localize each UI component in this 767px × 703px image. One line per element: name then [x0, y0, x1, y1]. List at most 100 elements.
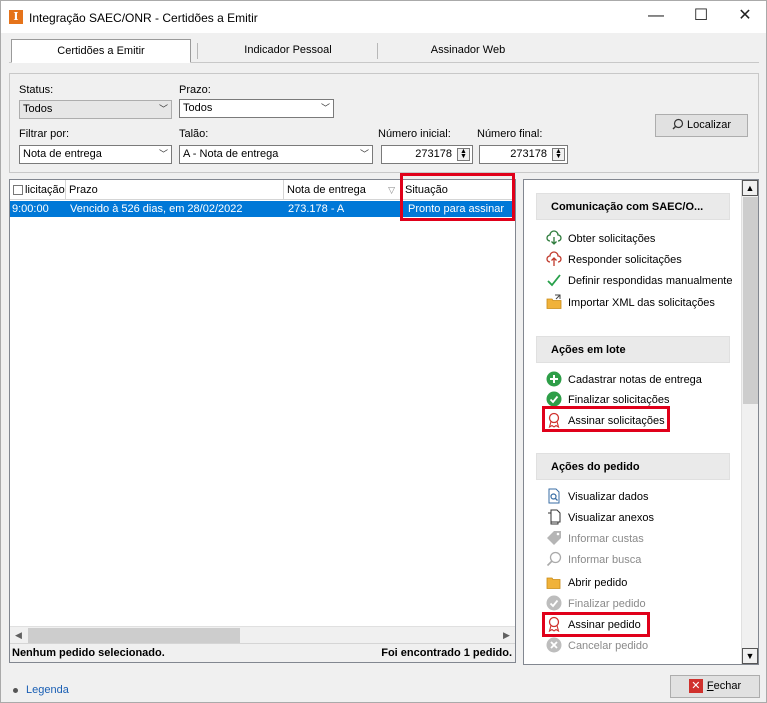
cancel-circle-icon — [546, 637, 562, 653]
check-circle-icon — [546, 595, 562, 611]
status-select[interactable]: Todos ﹀ — [19, 100, 172, 119]
checkmark-icon — [547, 274, 561, 287]
group-comunicacao-title: Comunicação com SAEC/O... — [536, 193, 730, 220]
chevron-down-icon: ﹀ — [359, 149, 369, 159]
action-visualizar-anexos[interactable]: Visualizar anexos — [546, 509, 654, 527]
action-informar-busca[interactable]: Informar busca — [546, 551, 641, 569]
prazo-select[interactable]: Todos ﹀ — [179, 99, 334, 118]
main-window: I Integração SAEC/ONR - Certidões a Emit… — [0, 0, 767, 703]
legend-label: Legenda — [26, 684, 69, 696]
tab-certidoes[interactable]: Certidões a Emitir — [11, 39, 191, 63]
spin-updown-icon[interactable]: ▲ ▼ — [457, 148, 470, 161]
group-acoes-do-pedido-title: Ações do pedido — [536, 453, 730, 480]
minimize-button[interactable]: — — [636, 1, 676, 33]
cell-nota-entrega: 273.178 - A — [288, 203, 345, 215]
tab-separator — [377, 43, 378, 59]
action-importar-xml[interactable]: Importar XML das solicitações — [546, 294, 715, 312]
localizar-label: Localizar — [686, 119, 732, 131]
action-label: Importar XML das solicitações — [568, 297, 715, 310]
talao-select[interactable]: A - Nota de entrega ﹀ — [179, 145, 373, 164]
action-visualizar-dados[interactable]: Visualizar dados — [546, 488, 649, 506]
spin-updown-icon[interactable]: ▲ ▼ — [552, 148, 565, 161]
vertical-scrollbar[interactable]: ▲ ▼ — [741, 180, 758, 664]
title-bar: I Integração SAEC/ONR - Certidões a Emit… — [1, 1, 766, 33]
grid-status-bar: Nenhum pedido selecionado. Foi encontrad… — [10, 643, 515, 662]
tab-indicador-pessoal[interactable]: Indicador Pessoal — [199, 39, 377, 63]
select-all-checkbox[interactable] — [13, 185, 23, 196]
numero-final-value: 273178 — [510, 148, 547, 160]
action-informar-custas[interactable]: Informar custas — [546, 530, 644, 548]
orders-grid: licitação Prazo Nota de entrega ▽ Situaç… — [9, 179, 516, 663]
column-solicitacao-label: licitação — [25, 184, 65, 196]
cell-prazo: Vencido à 526 dias, em 28/02/2022 — [70, 203, 243, 215]
cloud-upload-icon — [546, 251, 562, 267]
check-circle-icon — [546, 391, 562, 407]
filtrar-value: Nota de entrega — [23, 148, 102, 160]
window-title: Integração SAEC/ONR - Certidões a Emitir — [29, 11, 258, 25]
folder-import-icon — [546, 294, 562, 309]
status-selected-text: Nenhum pedido selecionado. — [12, 647, 165, 659]
scroll-right-icon[interactable]: ▶ — [498, 627, 515, 644]
tag-icon — [547, 531, 561, 546]
action-label: Obter solicitações — [568, 233, 656, 246]
action-finalizar-pedido[interactable]: Finalizar pedido — [546, 595, 646, 613]
scroll-down-icon[interactable]: ▼ — [742, 648, 758, 664]
scroll-up-icon[interactable]: ▲ — [742, 180, 758, 196]
localizar-button[interactable]: Localizar — [655, 114, 748, 137]
filtrar-label: Filtrar por: — [19, 128, 70, 140]
status-label: Status: — [19, 84, 54, 96]
folder-open-icon — [546, 577, 561, 589]
tab-bar: Certidões a Emitir Indicador Pessoal Ass… — [9, 39, 759, 63]
action-label: Informar custas — [568, 533, 644, 546]
action-label: Finalizar pedido — [568, 598, 646, 611]
action-label: Abrir pedido — [568, 577, 628, 590]
action-label: Visualizar anexos — [568, 512, 655, 525]
action-label: Responder solicitações — [568, 254, 682, 267]
column-nota-entrega-label: Nota de entrega — [287, 184, 366, 196]
group-acoes-em-lote-title: Ações em lote — [536, 336, 730, 363]
prazo-label: Prazo: — [179, 84, 211, 96]
filter-panel: Status: Todos ﹀ Prazo: Todos ﹀ Filtrar por… — [9, 73, 759, 173]
close-x-icon: ✕ — [688, 678, 703, 693]
fechar-button[interactable]: ✕ Fechar — [670, 675, 760, 698]
action-obter-solicitacoes[interactable]: Obter solicitações — [546, 230, 655, 248]
scroll-left-icon[interactable]: ◀ — [10, 627, 27, 644]
close-button[interactable]: ✕ — [725, 1, 765, 33]
talao-label: Talão: — [179, 128, 209, 140]
column-prazo[interactable]: Prazo — [66, 180, 284, 200]
maximize-button[interactable]: ☐ — [681, 1, 721, 33]
prazo-value: Todos — [183, 102, 213, 114]
document-search-icon — [548, 488, 560, 504]
legend-link[interactable]: Legenda — [13, 684, 69, 696]
status-value: Todos — [23, 103, 53, 115]
action-label: Visualizar dados — [568, 491, 649, 504]
chevron-down-icon: ﹀ — [320, 103, 330, 113]
action-label: Cancelar pedido — [568, 640, 649, 653]
numero-final-label: Número final: — [477, 128, 543, 140]
action-abrir-pedido[interactable]: Abrir pedido — [546, 574, 627, 592]
column-solicitacao[interactable]: licitação — [10, 180, 66, 200]
numero-final-input[interactable]: 273178 ▲ ▼ — [479, 145, 568, 164]
highlight-assinar-pedido — [542, 612, 650, 637]
fechar-label: echar — [713, 680, 742, 692]
app-icon: I — [9, 10, 23, 24]
highlight-assinar-solicitacoes — [542, 406, 670, 432]
filtrar-select[interactable]: Nota de entrega ﹀ — [19, 145, 172, 164]
numero-inicial-value: 273178 — [415, 148, 452, 160]
highlight-situacao — [400, 173, 515, 221]
horizontal-scrollbar[interactable]: ◀ ▶ — [10, 626, 515, 643]
action-definir-respondidas[interactable]: Definir respondidas manualmente — [546, 272, 732, 290]
scroll-thumb[interactable] — [28, 628, 240, 643]
filter-icon[interactable]: ▽ — [388, 180, 395, 200]
group-comunicacao: Comunicação com SAEC/O... Obter solicita… — [536, 193, 732, 325]
tab-assinador-web[interactable]: Assinador Web — [379, 39, 557, 63]
action-cancelar-pedido[interactable]: Cancelar pedido — [546, 637, 648, 655]
documents-icon — [548, 509, 561, 525]
bullet-icon — [13, 687, 18, 693]
column-nota-entrega[interactable]: Nota de entrega ▽ — [284, 180, 402, 200]
action-cadastrar-notas[interactable]: Cadastrar notas de entrega — [546, 371, 702, 389]
chevron-down-icon: ﹀ — [158, 149, 168, 159]
action-responder-solicitacoes[interactable]: Responder solicitações — [546, 251, 682, 269]
scroll-thumb[interactable] — [743, 197, 758, 404]
numero-inicial-input[interactable]: 273178 ▲ ▼ — [381, 145, 473, 164]
